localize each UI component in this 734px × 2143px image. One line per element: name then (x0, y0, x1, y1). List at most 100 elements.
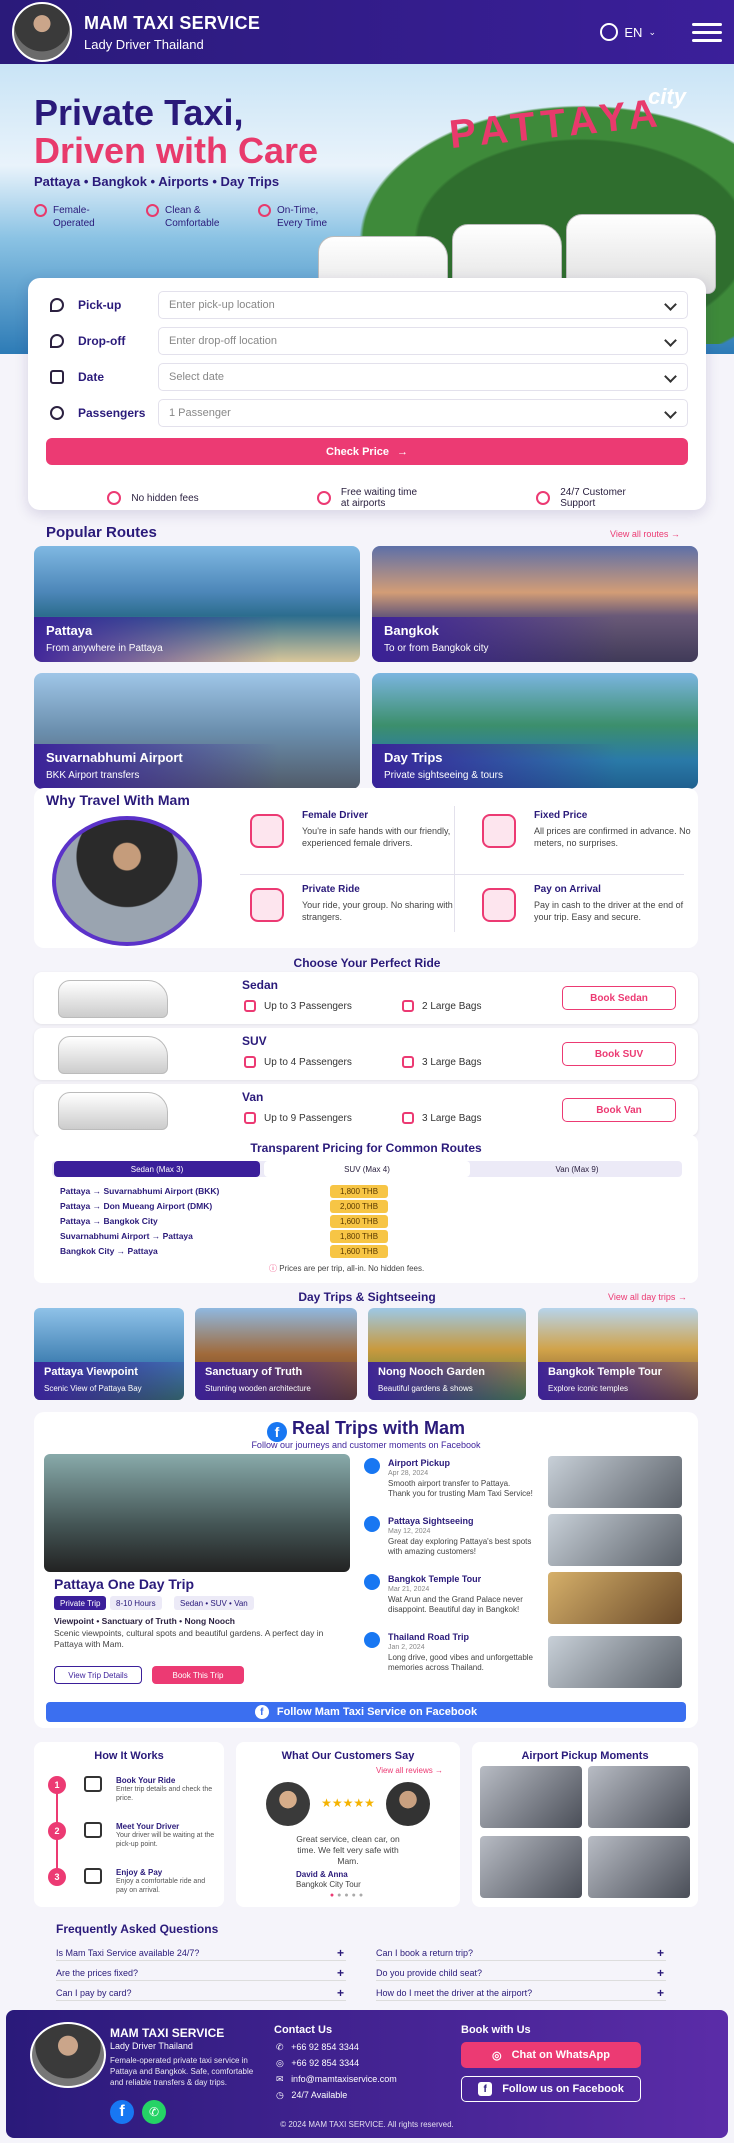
ride-pax: Up to 3 Passengers (264, 1000, 352, 1012)
booking-form: Pick-up Enter pick-up location Drop-off … (28, 278, 706, 510)
trust-item: 24/7 Customer Support (496, 487, 666, 509)
facebook-icon: f (266, 1422, 287, 1442)
post-thumbnail[interactable] (548, 1572, 682, 1624)
facebook-post[interactable]: Pattaya Sightseeing May 12, 2024 Great day… (364, 1516, 534, 1557)
pattaya-sign-city: city (648, 84, 686, 109)
moment-photo[interactable] (480, 1766, 582, 1828)
book-this-trip-button[interactable]: Book This Trip (152, 1666, 244, 1684)
post-date: Apr 28, 2024 (388, 1470, 429, 1477)
daytrip-caption: Nong Nooch Garden Beautiful gardens & sho… (368, 1362, 526, 1400)
airport-moments: Airport Pickup Moments (472, 1742, 698, 1907)
clock-icon: ◷ (276, 2090, 284, 2100)
book-suv-button[interactable]: Book SUV (562, 1042, 676, 1066)
chat-whatsapp-button[interactable]: ◎ Chat on WhatsApp (461, 2042, 641, 2068)
daytrip-card[interactable]: Nong Nooch Garden Beautiful gardens & sho… (368, 1308, 526, 1400)
route-card-pattaya[interactable]: Pattaya From anywhere in Pattaya (34, 546, 360, 662)
hero-features: Female- Operated Clean & Comfortable On-… (34, 204, 348, 230)
price-tag-icon (482, 814, 516, 848)
site-header: MAM TAXI SERVICE Lady Driver Thailand EN… (0, 0, 734, 64)
facebook-post[interactable]: Bangkok Temple Tour Mar 21, 2024 Wat Arun … (364, 1574, 534, 1615)
moment-photo[interactable] (588, 1836, 690, 1898)
avatar (12, 2, 72, 62)
faq-item[interactable]: How do I meet the driver at the airport? (376, 1985, 666, 2001)
faq-title: Frequently Asked Questions (56, 1922, 219, 1936)
dropoff-label: Drop-off (78, 334, 126, 348)
post-thumbnail[interactable] (548, 1456, 682, 1508)
moment-photo[interactable] (480, 1836, 582, 1898)
faq-item[interactable]: Do you provide child seat? (376, 1965, 666, 1981)
daytrip-card[interactable]: Bangkok Temple Tour Explore iconic temple… (538, 1308, 698, 1400)
tab-suv[interactable]: SUV (Max 4) (264, 1161, 470, 1177)
why-feature-title: Female Driver (302, 810, 369, 821)
globe-icon (600, 23, 619, 41)
post-date: May 12, 2024 (388, 1528, 431, 1535)
passengers-select[interactable]: 1 Passenger (158, 399, 688, 427)
contact-whatsapp-text: +66 92 854 3344 (291, 2058, 360, 2068)
ride-pax: Up to 4 Passengers (264, 1056, 352, 1068)
tab-sedan[interactable]: Sedan (Max 3) (54, 1161, 260, 1177)
language-selector[interactable]: EN ⌄ (600, 23, 656, 41)
book-sedan-button[interactable]: Book Sedan (562, 986, 676, 1010)
step-text: Your driver will be waiting at the pick-… (116, 1832, 215, 1848)
book-title: Book with Us (461, 2024, 531, 2036)
pickup-row: Pick-up Enter pick-up location (46, 288, 688, 322)
trust-item: Free waiting time at airports (282, 487, 452, 509)
contact-phone[interactable]: ✆ +66 92 854 3344 (276, 2042, 359, 2053)
facebook-post[interactable]: Airport Pickup Apr 28, 2024 Smooth airport… (364, 1458, 534, 1499)
brand[interactable]: MAM TAXI SERVICE Lady Driver Thailand (84, 13, 260, 52)
post-title: Airport Pickup (388, 1458, 451, 1468)
pin-icon (50, 334, 64, 348)
faq-item[interactable]: Can I pay by card? (56, 1985, 346, 2001)
tab-van[interactable]: Van (Max 9) (474, 1161, 680, 1177)
faq-item[interactable]: Can I book a return trip? (376, 1945, 666, 1961)
daytrip-card[interactable]: Pattaya Viewpoint Scenic View of Pattaya … (34, 1308, 184, 1400)
route-card-daytrips[interactable]: Day Trips Private sightseeing & tours (372, 673, 698, 789)
route-card-airport[interactable]: Suvarnabhumi Airport BKK Airport transfer… (34, 673, 360, 789)
route-card-bangkok[interactable]: Bangkok To or from Bangkok city (372, 546, 698, 662)
check-price-button[interactable]: Check Price → (46, 438, 688, 465)
faq-item[interactable]: Are the prices fixed? (56, 1965, 346, 1981)
person-icon (244, 1056, 256, 1068)
date-input[interactable]: Select date (158, 363, 688, 391)
moment-photo[interactable] (588, 1766, 690, 1828)
ride-capacity: Up to 4 Passengers (244, 1056, 352, 1068)
follow-facebook-button[interactable]: f Follow Mam Taxi Service on Facebook (46, 1702, 686, 1722)
daytrip-caption: Pattaya Viewpoint Scenic View of Pattaya … (34, 1362, 184, 1400)
dropoff-input[interactable]: Enter drop-off location (158, 327, 688, 355)
person-icon (244, 1112, 256, 1124)
luggage-icon (402, 1112, 414, 1124)
ride-sedan: Sedan Up to 3 Passengers 2 Large Bags Bo… (34, 972, 698, 1024)
price-route: Pattaya → Bangkok City (60, 1216, 158, 1226)
luggage-icon (402, 1000, 414, 1012)
ride-name: SUV (242, 1034, 267, 1048)
faq-item[interactable]: Is Mam Taxi Service available 24/7? (56, 1945, 346, 1961)
post-text: Long drive, good vibes and unforgettable… (388, 1653, 533, 1672)
daytrip-name: Nong Nooch Garden (378, 1366, 485, 1378)
book-van-button[interactable]: Book Van (562, 1098, 676, 1122)
facebook-post[interactable]: Thailand Road Trip Jan 2, 2024 Long drive,… (364, 1632, 534, 1673)
wallet-icon (482, 888, 516, 922)
view-trip-details-button[interactable]: View Trip Details (54, 1666, 142, 1684)
view-all-routes-link[interactable]: View all routes → (610, 529, 680, 539)
carousel-dots[interactable]: ●●●●● (236, 1892, 460, 1899)
divider (240, 874, 684, 875)
pickup-input[interactable]: Enter pick-up location (158, 291, 688, 319)
ride-luggage: 2 Large Bags (402, 1000, 482, 1012)
phone-icon: ✆ (276, 2042, 284, 2052)
contact-email[interactable]: ✉ info@mamtaxiservice.com (276, 2074, 397, 2085)
follow-facebook-footer-button[interactable]: f Follow us on Facebook (461, 2076, 641, 2102)
clock-icon (258, 204, 271, 217)
price-value: 2,000 THB (330, 1200, 388, 1213)
post-thumbnail[interactable] (548, 1636, 682, 1688)
menu-icon[interactable] (692, 18, 722, 47)
post-thumbnail[interactable] (548, 1514, 682, 1566)
shield-icon (146, 204, 159, 217)
language-label: EN (624, 24, 643, 40)
view-all-reviews-link[interactable]: View all reviews → (376, 1766, 443, 1775)
view-all-daytrips-link[interactable]: View all day trips → (608, 1292, 687, 1302)
copyright: © 2024 MAM TAXI SERVICE. All rights rese… (280, 2120, 454, 2129)
contact-whatsapp[interactable]: ◎ +66 92 854 3344 (276, 2058, 359, 2069)
mail-icon: ✉ (276, 2074, 284, 2084)
daytrip-card[interactable]: Sanctuary of Truth Stunning wooden archit… (195, 1308, 357, 1400)
luggage-icon (402, 1056, 414, 1068)
